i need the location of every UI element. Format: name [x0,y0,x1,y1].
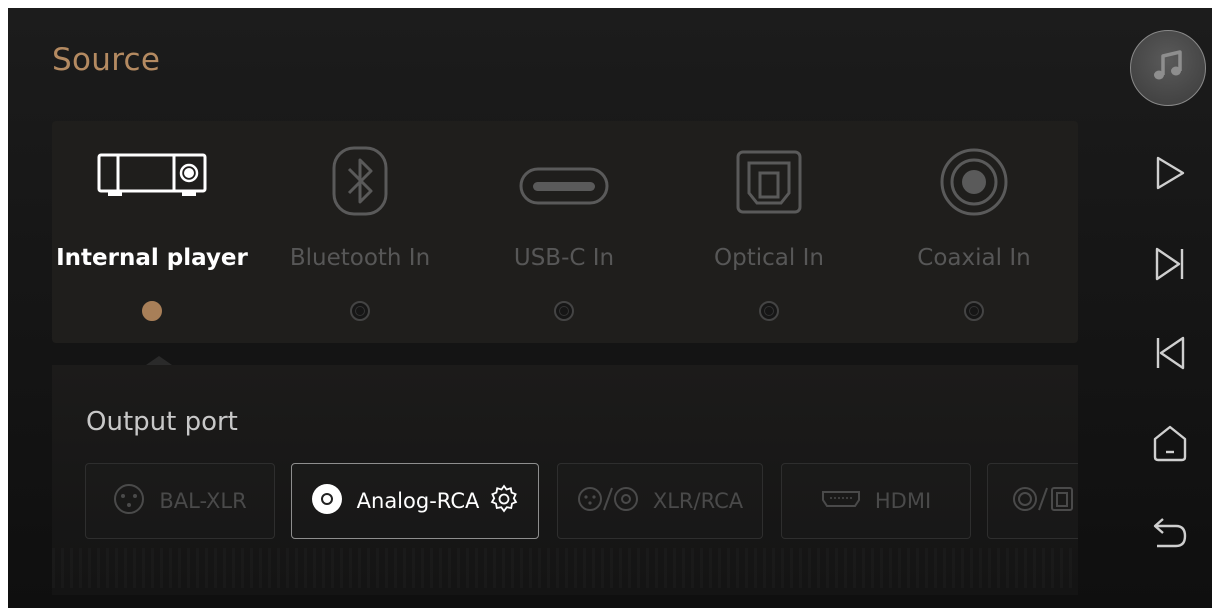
source-label: Internal player [56,245,248,271]
right-control-bar [1128,8,1212,608]
source-radio[interactable] [964,301,984,321]
port-xlr-rca[interactable]: XLR/RCA [557,463,763,539]
usb-c-icon [518,163,610,213]
play-icon[interactable] [1150,153,1190,193]
source-label: Optical In [714,245,824,271]
gear-icon[interactable] [489,483,519,519]
source-optical-in[interactable]: Optical In [669,121,869,343]
hdmi-icon [821,489,861,514]
next-track-icon[interactable] [1150,244,1190,284]
coaxial-port-icon [939,147,1009,221]
music-button[interactable] [1130,30,1206,106]
source-label: USB-C In [513,245,615,271]
page-title: Source [52,42,161,78]
port-hdmi[interactable]: HDMI [781,463,971,539]
port-analog-rca[interactable]: Analog-RCA [291,463,539,539]
bluetooth-icon [330,145,390,221]
rca-icon [311,483,343,520]
back-icon[interactable] [1150,513,1190,553]
port-label: HDMI [874,489,932,513]
source-usb-c-in[interactable]: USB-C In [464,121,664,343]
source-radio-selected[interactable] [142,301,162,321]
source-label: Bluetooth In [289,245,431,271]
panel-texture [52,548,1078,588]
player-device-icon [96,151,208,205]
port-label: XLR/RCA [652,489,744,513]
source-internal-player[interactable]: Internal player [52,121,252,343]
source-label: Coaxial In [917,245,1031,271]
port-label: BAL-XLR [159,489,247,513]
source-screen: Source Internal player Bluetooth In USB-… [8,8,1212,608]
xlr-rca-icon [577,483,639,520]
port-label: Analog-RCA [356,489,480,513]
source-radio[interactable] [554,301,574,321]
source-bluetooth-in[interactable]: Bluetooth In [260,121,460,343]
output-port-list: BAL-XLR Analog-RCA XLR/RCA HDMI [85,463,1078,541]
port-bal-xlr[interactable]: BAL-XLR [85,463,275,539]
coaxial-optical-icon [1012,483,1074,520]
source-radio[interactable] [350,301,370,321]
music-note-icon [1148,46,1188,90]
source-panel: Internal player Bluetooth In USB-C In Op… [52,121,1078,343]
port-coaxial-optical[interactable] [987,463,1078,539]
xlr-icon [113,483,145,520]
source-radio[interactable] [759,301,779,321]
optical-port-icon [735,149,803,219]
previous-track-icon[interactable] [1150,333,1190,373]
source-coaxial-in[interactable]: Coaxial In [874,121,1074,343]
selection-caret [146,356,172,365]
home-icon[interactable] [1150,423,1190,463]
output-title: Output port [86,407,238,437]
